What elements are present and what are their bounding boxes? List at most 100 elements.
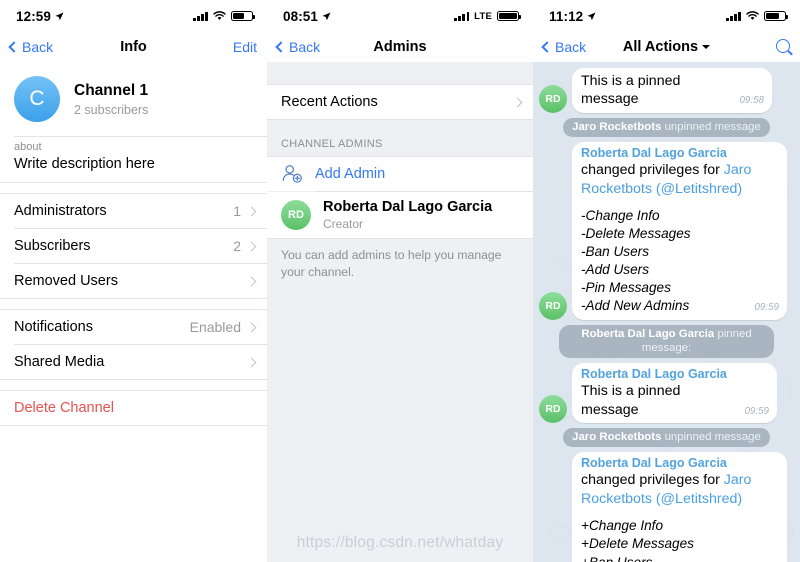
bubble-inline: This is a pinned message 09:58 [581, 72, 764, 109]
message-bubble[interactable]: Roberta Dal Lago Garcia changed privileg… [572, 451, 787, 562]
row-label: Recent Actions [281, 94, 378, 110]
permissions-list: -Change Info -Delete Messages -Ban Users… [581, 207, 779, 315]
service-message-row: Jaro Rocketbots unpinned message [533, 115, 800, 140]
admin-name: Roberta Dal Lago Garcia [323, 199, 493, 215]
message-row[interactable]: RD This is a pinned message 09:58 [533, 66, 800, 115]
status-bar: 12:59 [0, 0, 267, 32]
row-administrators[interactable]: Administrators 1 [0, 194, 267, 228]
page-title-label: All Actions [622, 39, 699, 55]
row-label: Shared Media [14, 354, 105, 370]
battery-icon [497, 10, 522, 22]
chevron-down-icon [702, 45, 711, 50]
row-notifications[interactable]: Notifications Enabled [0, 310, 267, 344]
message-time: 09:59 [744, 405, 769, 417]
chevron-left-icon [8, 41, 20, 53]
person-add-icon [281, 163, 303, 185]
status-bar-time-group: 08:51 [283, 9, 331, 24]
back-button[interactable]: Back [541, 39, 587, 55]
about-section[interactable]: about Write description here [0, 137, 267, 182]
back-label: Back [289, 39, 321, 55]
status-bar: 11:12 [533, 0, 800, 32]
delete-channel-button[interactable]: Delete Channel [0, 391, 267, 425]
edit-button[interactable]: Edit [233, 39, 257, 55]
permission-item: -Pin Messages [581, 280, 671, 296]
service-action: unpinned message [661, 431, 761, 444]
status-time: 12:59 [16, 8, 52, 24]
list-item-admin[interactable]: RD Roberta Dal Lago Garcia Creator [267, 192, 533, 239]
permission-item: -Add New Admins [581, 298, 690, 314]
nav-bar-all-actions: Back All Actions [533, 32, 800, 62]
permission-item: -Add Users [581, 262, 649, 278]
back-button[interactable]: Back [275, 39, 321, 55]
row-label: Subscribers [14, 238, 91, 254]
service-actor: Roberta Dal Lago Garcia [581, 327, 715, 340]
watermark: https://blog.csdn.net/whatday [296, 534, 504, 551]
signal-bars-icon [193, 11, 208, 21]
wifi-icon [746, 11, 759, 20]
back-label: Back [22, 39, 54, 55]
signal-bars-icon [726, 11, 741, 21]
row-shared-media[interactable]: Shared Media [0, 345, 267, 379]
message-bubble[interactable]: This is a pinned message 09:58 [572, 68, 772, 113]
avatar-slot: RD [539, 395, 567, 424]
nav-bar-admins: Back Admins [267, 32, 533, 62]
chevron-right-icon [246, 241, 257, 251]
status-bar: 08:51 LTE [267, 0, 533, 32]
permissions-list: +Change Info +Delete Messages +Ban Users… [581, 517, 779, 562]
message-text: changed privileges for Jaro Rocketbots (… [581, 161, 779, 198]
search-button[interactable] [776, 38, 790, 56]
message-author: Roberta Dal Lago Garcia [581, 145, 727, 160]
message-row[interactable]: RD Roberta Dal Lago Garcia This is a pin… [533, 361, 800, 426]
row-label: Notifications [14, 319, 93, 335]
permission-item: -Ban Users [581, 244, 649, 260]
admin-text: Roberta Dal Lago Garcia Creator [323, 199, 492, 231]
message-bubble[interactable]: Roberta Dal Lago Garcia changed privileg… [572, 141, 787, 320]
status-bar-time-group: 11:12 [549, 9, 596, 24]
profile-text: Channel 1 2 subscribers [74, 81, 148, 116]
section-header-channel-admins: CHANNEL ADMINS [281, 138, 383, 150]
status-time: 08:51 [283, 8, 319, 24]
add-admin-label: Add Admin [315, 166, 386, 182]
row-label: Administrators [14, 203, 107, 219]
message-row[interactable]: RD Roberta Dal Lago Garcia changed privi… [533, 450, 800, 562]
channel-profile[interactable]: C Channel 1 2 subscribers [0, 62, 267, 136]
row-recent-actions[interactable]: Recent Actions [267, 85, 533, 119]
service-pill: Jaro Rocketbots unpinned message [563, 117, 770, 137]
chevron-left-icon [541, 41, 553, 53]
service-action: unpinned message [661, 120, 761, 133]
message-row[interactable]: RD Roberta Dal Lago Garcia changed privi… [533, 140, 800, 322]
add-admin-button[interactable]: Add Admin [267, 157, 533, 191]
row-value: Enabled [189, 319, 241, 335]
channel-name: Channel 1 [74, 82, 149, 100]
permission-item: +Delete Messages [581, 536, 694, 552]
message-author: Roberta Dal Lago Garcia [581, 455, 727, 470]
row-subscribers[interactable]: Subscribers 2 [0, 229, 267, 263]
message-text: This is a pinned message [581, 383, 681, 418]
avatar: C [14, 76, 60, 122]
status-bar-time-group: 12:59 [16, 9, 64, 24]
service-message-row: Jaro Rocketbots unpinned message [533, 425, 800, 450]
status-bar-indicators: LTE [454, 10, 522, 22]
subscriber-count: 2 subscribers [74, 102, 149, 117]
row-value: 2 [233, 238, 241, 254]
battery-icon [231, 10, 256, 22]
message-text: This is a pinned message [581, 73, 681, 108]
chat-log[interactable]: RD This is a pinned message 09:58 Jaro R… [533, 62, 800, 562]
message-bubble[interactable]: Roberta Dal Lago Garcia This is a pinned… [572, 362, 777, 424]
permission-item: -Delete Messages [581, 226, 691, 242]
back-button[interactable]: Back [8, 39, 54, 55]
avatar: RD [539, 84, 567, 113]
section-gap [0, 299, 267, 309]
back-label: Back [555, 39, 587, 55]
username-mention: (@Letitshred) [651, 180, 743, 197]
avatar: RD [539, 395, 567, 424]
message-text: changed privileges for Jaro Rocketbots (… [581, 471, 779, 508]
text-pre: changed privileges for [581, 472, 724, 489]
permission-item: +Ban Users [581, 554, 653, 562]
search-icon [776, 38, 790, 53]
row-removed-users[interactable]: Removed Users [0, 264, 267, 298]
location-arrow-icon [587, 12, 596, 20]
text-pre: changed privileges for [581, 162, 724, 179]
admin-role: Creator [323, 217, 364, 232]
